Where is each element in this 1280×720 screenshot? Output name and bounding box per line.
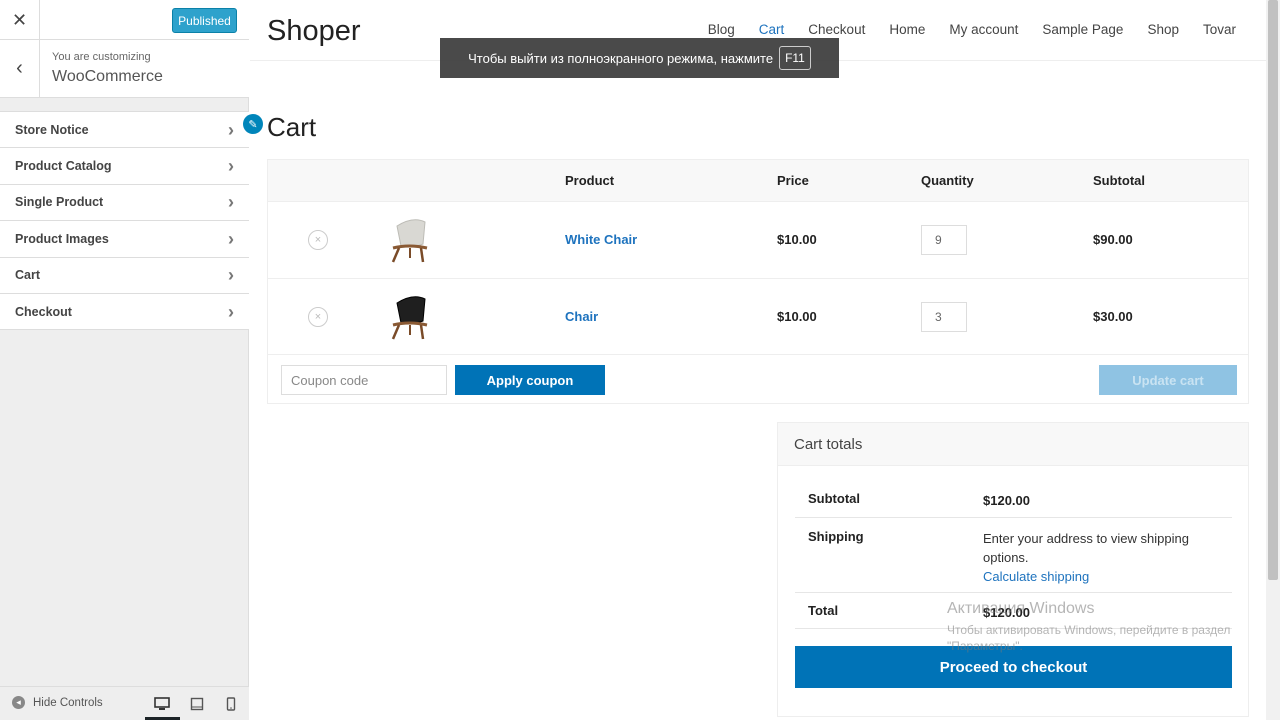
product-thumbnail[interactable] [383,291,435,343]
section-product-catalog[interactable]: Product Catalog › [0,148,249,185]
customizer-sidebar: ✕ Published ‹ You are customizing WooCom… [0,0,249,720]
chevron-right-icon: › [228,228,234,249]
section-checkout[interactable]: Checkout › [0,293,249,331]
product-price: $10.00 [777,232,817,247]
product-thumbnail[interactable] [383,214,435,266]
product-name-link[interactable]: Chair [565,309,598,324]
product-subtotal: $90.00 [1093,232,1133,247]
section-cart[interactable]: Cart › [0,257,249,294]
panel-title: WooCommerce [52,68,163,85]
nav-item-tovar[interactable]: Tovar [1203,22,1236,37]
customizer-header: ✕ Published [0,0,249,40]
shipping-text: Enter your address to view shipping opti… [983,531,1189,565]
scrollbar-thumb[interactable] [1268,0,1278,580]
cart-totals: Cart totals Subtotal $120.00 Shipping En… [777,422,1249,717]
section-label: Store Notice [15,122,89,137]
section-label: Product Images [15,231,109,246]
main-nav: Blog Cart Checkout Home My account Sampl… [708,22,1236,37]
section-list: Store Notice › Product Catalog › Single … [0,111,249,331]
calculate-shipping-link[interactable]: Calculate shipping [983,567,1228,586]
quantity-input[interactable]: 3 [921,301,967,332]
f11-key-badge: F11 [779,46,811,70]
arrow-left-circle-icon: ◂ [12,696,25,709]
screen: ✕ Published ‹ You are customizing WooCom… [0,0,1280,720]
nav-item-cart[interactable]: Cart [759,22,785,37]
chevron-right-icon: › [228,119,234,140]
nav-item-sample-page[interactable]: Sample Page [1042,22,1123,37]
cart-table-header: Product Price Quantity Subtotal [268,160,1248,202]
shipping-label: Shipping [808,529,864,544]
customizer-footer: ◂ Hide Controls [0,686,249,720]
nav-item-checkout[interactable]: Checkout [808,22,865,37]
tablet-icon[interactable] [187,695,207,713]
column-header-price: Price [777,173,809,188]
chevron-right-icon: › [228,192,234,213]
subtotal-row: Subtotal $120.00 [795,491,1232,518]
site-preview: Shoper Blog Cart Checkout Home My accoun… [243,0,1266,720]
panel-subtitle: You are customizing [52,51,151,63]
nav-item-blog[interactable]: Blog [708,22,735,37]
column-header-subtotal: Subtotal [1093,173,1145,188]
quantity-input[interactable]: 9 [921,225,967,255]
publish-button[interactable]: Published [172,8,237,33]
site-title[interactable]: Shoper [267,15,361,48]
section-label: Single Product [15,195,104,210]
apply-coupon-button[interactable]: Apply coupon [455,365,605,395]
chevron-right-icon: › [228,265,234,286]
nav-item-shop[interactable]: Shop [1147,22,1179,37]
hide-controls-label: Hide Controls [33,696,103,709]
page-title: Cart [267,112,317,142]
chevron-right-icon: › [228,156,234,177]
desktop-icon[interactable] [152,695,172,713]
cart-actions: Coupon code Apply coupon Update cart [268,355,1248,403]
shipping-details: Enter your address to view shipping opti… [983,529,1228,586]
fullscreen-notice-text: Чтобы выйти из полноэкранного режима, на… [468,50,774,66]
section-store-notice[interactable]: Store Notice › [0,112,249,149]
table-row: × White Chair $10.00 9 $90.00 [268,202,1248,279]
section-single-product[interactable]: Single Product › [0,184,249,222]
subtotal-value: $120.00 [983,493,1030,508]
section-label: Cart [15,268,41,283]
mobile-icon[interactable] [221,695,241,713]
proceed-to-checkout-button[interactable]: Proceed to checkout [795,646,1232,688]
total-label: Total [808,603,839,618]
coupon-code-input[interactable]: Coupon code [281,365,447,395]
fullscreen-exit-notice: Чтобы выйти из полноэкранного режима, на… [440,38,839,78]
subtotal-label: Subtotal [808,491,860,506]
panel-heading: ‹ You are customizing WooCommerce [0,40,249,98]
update-cart-button[interactable]: Update cart [1099,365,1237,395]
chevron-right-icon: › [228,301,234,322]
total-value: $120.00 [983,605,1030,620]
section-label: Product Catalog [15,159,112,174]
column-header-quantity: Quantity [921,173,974,188]
hide-controls-button[interactable]: ◂ Hide Controls [12,696,103,709]
edit-shortcut-pencil-icon[interactable]: ✎ [243,114,263,134]
back-chevron-icon[interactable]: ‹ [0,40,40,97]
page-scrollbar[interactable] [1266,0,1280,720]
product-name-link[interactable]: White Chair [565,232,637,247]
product-price: $10.00 [777,308,817,324]
total-row: Total $120.00 [795,603,1232,629]
nav-item-home[interactable]: Home [889,22,925,37]
table-row: × Chair $10.00 3 $30.00 [268,279,1248,355]
remove-item-icon[interactable]: × [308,230,328,250]
section-product-images[interactable]: Product Images › [0,221,249,258]
close-icon[interactable]: ✕ [0,0,40,40]
remove-item-icon[interactable]: × [308,306,328,327]
shipping-row: Shipping Enter your address to view ship… [795,529,1232,593]
column-header-product: Product [565,173,615,188]
cart-table: Product Price Quantity Subtotal × White … [267,159,1249,404]
cart-totals-heading: Cart totals [778,423,1248,466]
nav-item-my-account[interactable]: My account [949,22,1018,37]
product-subtotal: $30.00 [1093,308,1133,324]
section-label: Checkout [15,304,72,319]
